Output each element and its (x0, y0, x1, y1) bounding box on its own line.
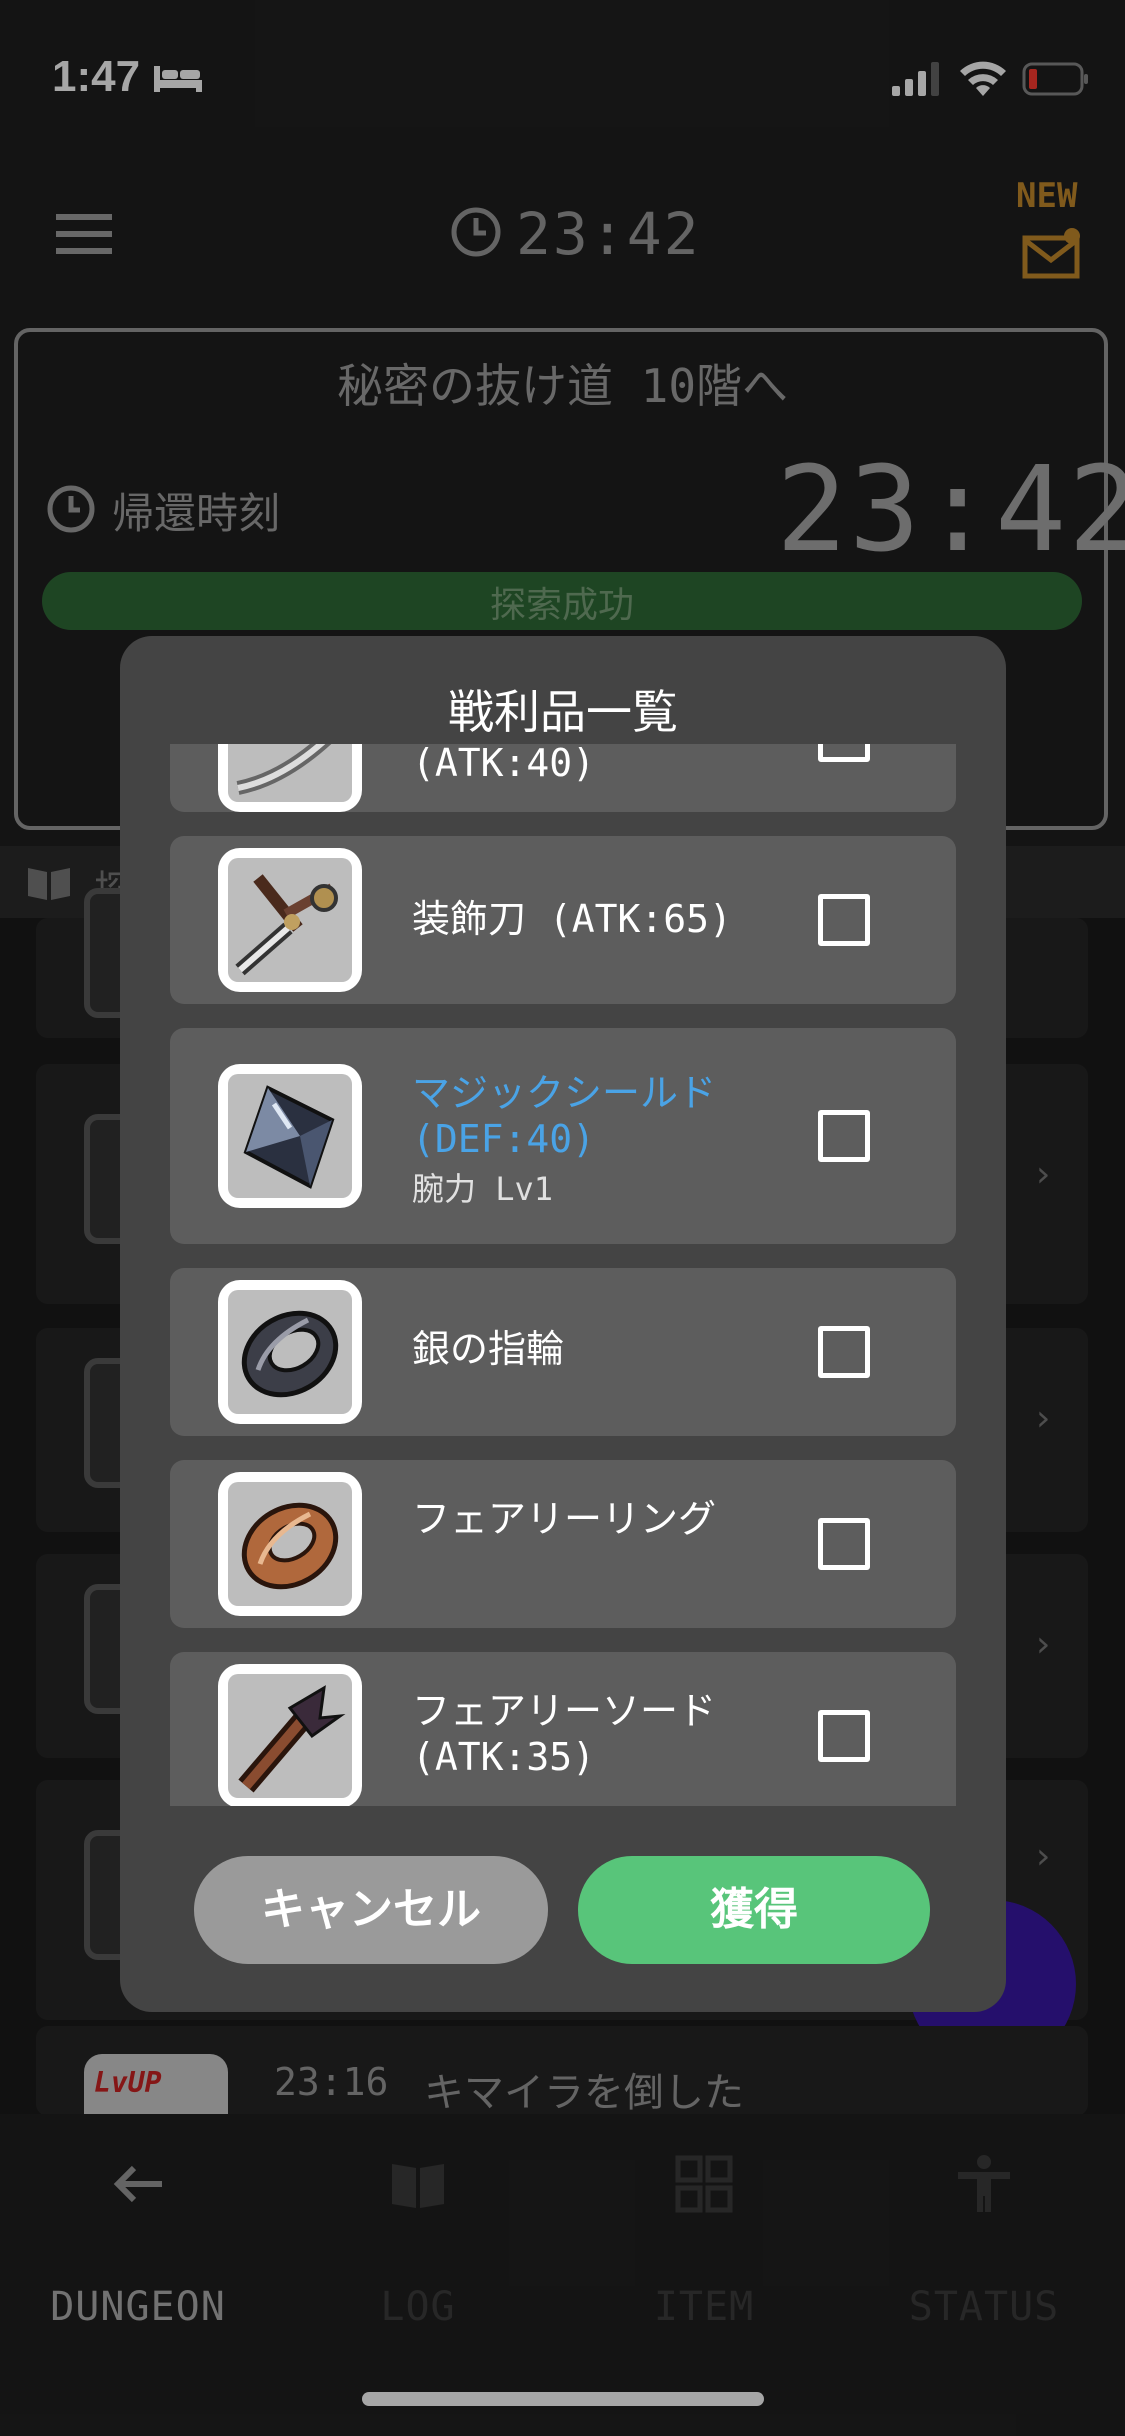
item-checkbox[interactable] (818, 1710, 870, 1762)
loot-list[interactable]: (ATK:40) 装飾刀 (ATK:65) マジックシールド (DEF:40) … (170, 744, 956, 1806)
item-name: 装飾刀 (ATK:65) (412, 897, 732, 941)
crystal-shield-icon (243, 1085, 335, 1189)
item-skill: 腕力 Lv1 (412, 1170, 554, 1208)
item-name: (ATK:40) (412, 744, 596, 785)
item-thumbnail (218, 1280, 362, 1424)
ornate-sword-icon (235, 874, 338, 976)
loot-item[interactable]: 銀の指輪 (170, 1268, 956, 1436)
loot-item[interactable]: マジックシールド (DEF:40) 腕力 Lv1 (170, 1028, 956, 1244)
item-thumbnail (218, 1664, 362, 1806)
dialog-title: 戦利品一覧 (448, 685, 678, 739)
cancel-button[interactable]: キャンセル (194, 1856, 548, 1964)
loot-item[interactable]: (ATK:40) (170, 744, 956, 812)
loot-item[interactable]: フェアリーソード (ATK:35) (170, 1652, 956, 1806)
item-thumbnail (218, 848, 362, 992)
item-name: フェアリーリング (412, 1497, 717, 1541)
item-checkbox[interactable] (818, 1110, 870, 1162)
acquire-button[interactable]: 獲得 (578, 1856, 930, 1964)
item-name: 銀の指輪 (412, 1327, 565, 1371)
item-name: フェアリーソード (ATK:35) (412, 1689, 717, 1779)
item-thumbnail (218, 744, 362, 812)
item-checkbox[interactable] (818, 894, 870, 946)
silver-ring-icon (241, 1310, 339, 1398)
sword-icon (236, 744, 332, 795)
fairy-sword-icon (238, 1685, 346, 1793)
loot-item[interactable]: 装飾刀 (ATK:65) (170, 836, 956, 1004)
item-thumbnail (218, 1472, 362, 1616)
item-checkbox[interactable] (818, 1518, 870, 1570)
loot-item[interactable]: フェアリーリング (170, 1460, 956, 1628)
item-checkbox[interactable] (818, 1326, 870, 1378)
item-checkbox[interactable] (818, 744, 870, 762)
item-name: マジックシールド (DEF:40) (412, 1071, 717, 1161)
fairy-ring-icon (241, 1502, 339, 1590)
item-thumbnail (218, 1064, 362, 1208)
